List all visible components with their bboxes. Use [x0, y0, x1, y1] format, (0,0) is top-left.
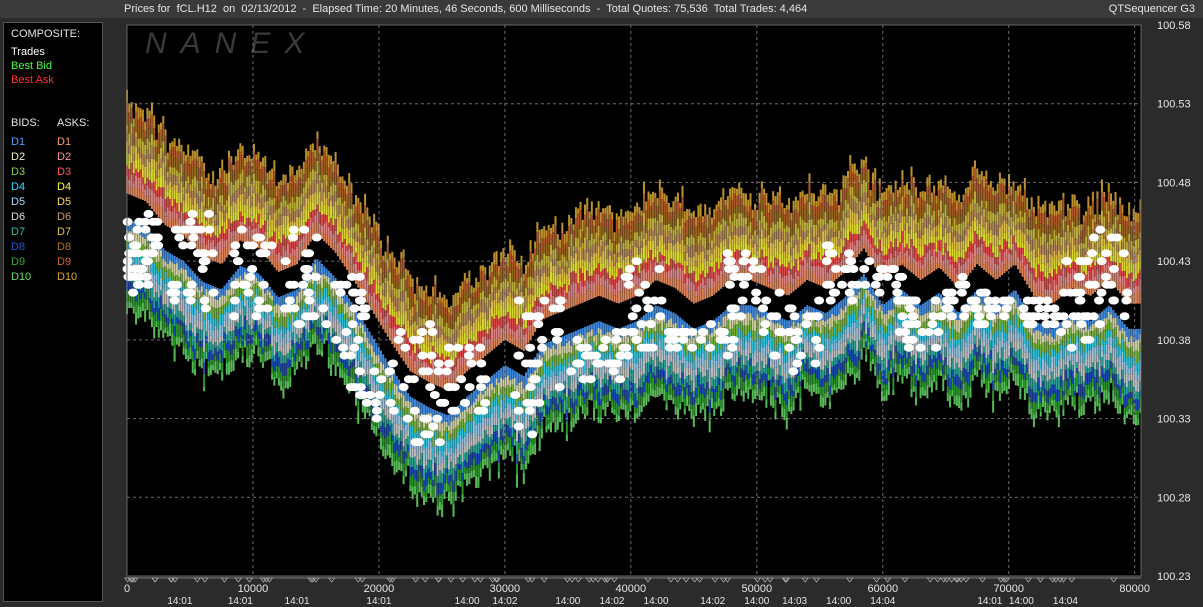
chart-svg: NANEX100.58100.53100.48100.43100.38100.3…	[122, 20, 1191, 607]
